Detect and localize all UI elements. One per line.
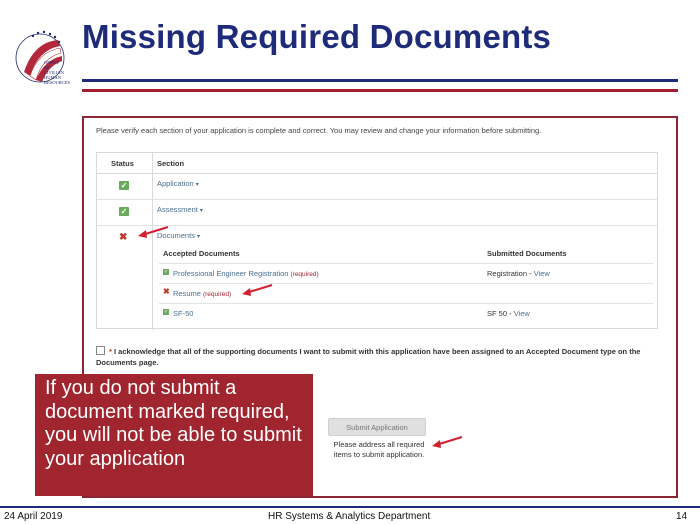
page-number: 14 bbox=[676, 511, 688, 522]
required-tag: (required) bbox=[202, 291, 232, 298]
sections-table: Status Section ✓ Application ▾ ✓ Assessme… bbox=[96, 152, 658, 330]
submit-blocked-note: Please address all required items to sub… bbox=[333, 440, 425, 459]
warning-callout: If you do not submit a document marked r… bbox=[35, 374, 313, 496]
arrow-to-resume-icon bbox=[242, 284, 273, 296]
section-assessment-toggle[interactable]: Assessment ▾ bbox=[157, 205, 203, 214]
table-row: ✓ Application ▾ bbox=[97, 173, 657, 200]
footer-date: 24 April 2019 bbox=[4, 511, 63, 522]
complete-check-icon: ✓ bbox=[119, 181, 129, 190]
document-name[interactable]: Resume (required) bbox=[173, 289, 231, 298]
slide-title: Missing Required Documents bbox=[82, 18, 552, 55]
section-column-header: Section bbox=[157, 159, 185, 168]
acknowledge-statement: * I acknowledge that all of the supporti… bbox=[96, 346, 656, 368]
complete-check-icon: ✓ bbox=[119, 207, 129, 216]
document-row: ✓ SF-50 SF 50 - View bbox=[159, 303, 653, 323]
title-rule-red bbox=[82, 89, 678, 92]
documents-subtable-header: Accepted Documents Submitted Documents bbox=[159, 245, 653, 264]
section-application-toggle[interactable]: Application ▾ bbox=[157, 179, 199, 188]
submitted-documents-header: Submitted Documents bbox=[487, 249, 567, 258]
footer-rule bbox=[0, 506, 700, 508]
view-link[interactable]: View bbox=[534, 269, 550, 278]
caret-down-icon: ▾ bbox=[199, 208, 203, 214]
document-row: ✓ Professional Engineer Registration (req… bbox=[159, 263, 653, 284]
required-tag: (required) bbox=[290, 271, 319, 278]
logo-office-text: OFFICE OF CIVILIAN HUMAN RESOURCES bbox=[44, 60, 71, 85]
required-star: * bbox=[109, 347, 112, 356]
caret-down-icon: ▾ bbox=[196, 234, 200, 240]
intro-text: Please verify each section of your appli… bbox=[96, 126, 542, 135]
footer-department: HR Systems & Analytics Department bbox=[268, 511, 431, 522]
view-link[interactable]: View bbox=[514, 309, 530, 318]
document-row: ✖ Resume (required) bbox=[159, 283, 653, 304]
complete-check-icon: ✓ bbox=[163, 269, 169, 275]
missing-x-icon: ✖ bbox=[163, 287, 170, 296]
submitted-document: Registration - View bbox=[487, 269, 550, 278]
acknowledge-text: I acknowledge that all of the supporting… bbox=[96, 347, 641, 367]
title-rule-blue bbox=[82, 79, 678, 82]
incomplete-x-icon: ✖ bbox=[119, 232, 128, 243]
accepted-documents-header: Accepted Documents bbox=[163, 249, 240, 258]
document-name[interactable]: Professional Engineer Registration (requi… bbox=[173, 269, 319, 278]
arrow-to-submit-note-icon bbox=[432, 436, 463, 448]
table-header: Status Section bbox=[97, 153, 657, 174]
submit-application-button[interactable]: Submit Application bbox=[328, 418, 426, 436]
caret-down-icon: ▾ bbox=[195, 182, 199, 188]
complete-check-icon: ✓ bbox=[163, 309, 169, 315]
navy-ochr-logo: OFFICE OF CIVILIAN HUMAN RESOURCES bbox=[14, 22, 76, 92]
arrow-to-documents-icon bbox=[138, 226, 169, 238]
document-name[interactable]: SF-50 bbox=[173, 309, 193, 318]
status-column-header: Status bbox=[111, 159, 134, 168]
table-row: ✓ Assessment ▾ bbox=[97, 199, 657, 226]
submitted-document: SF 50 - View bbox=[487, 309, 530, 318]
acknowledge-checkbox[interactable] bbox=[96, 346, 105, 355]
